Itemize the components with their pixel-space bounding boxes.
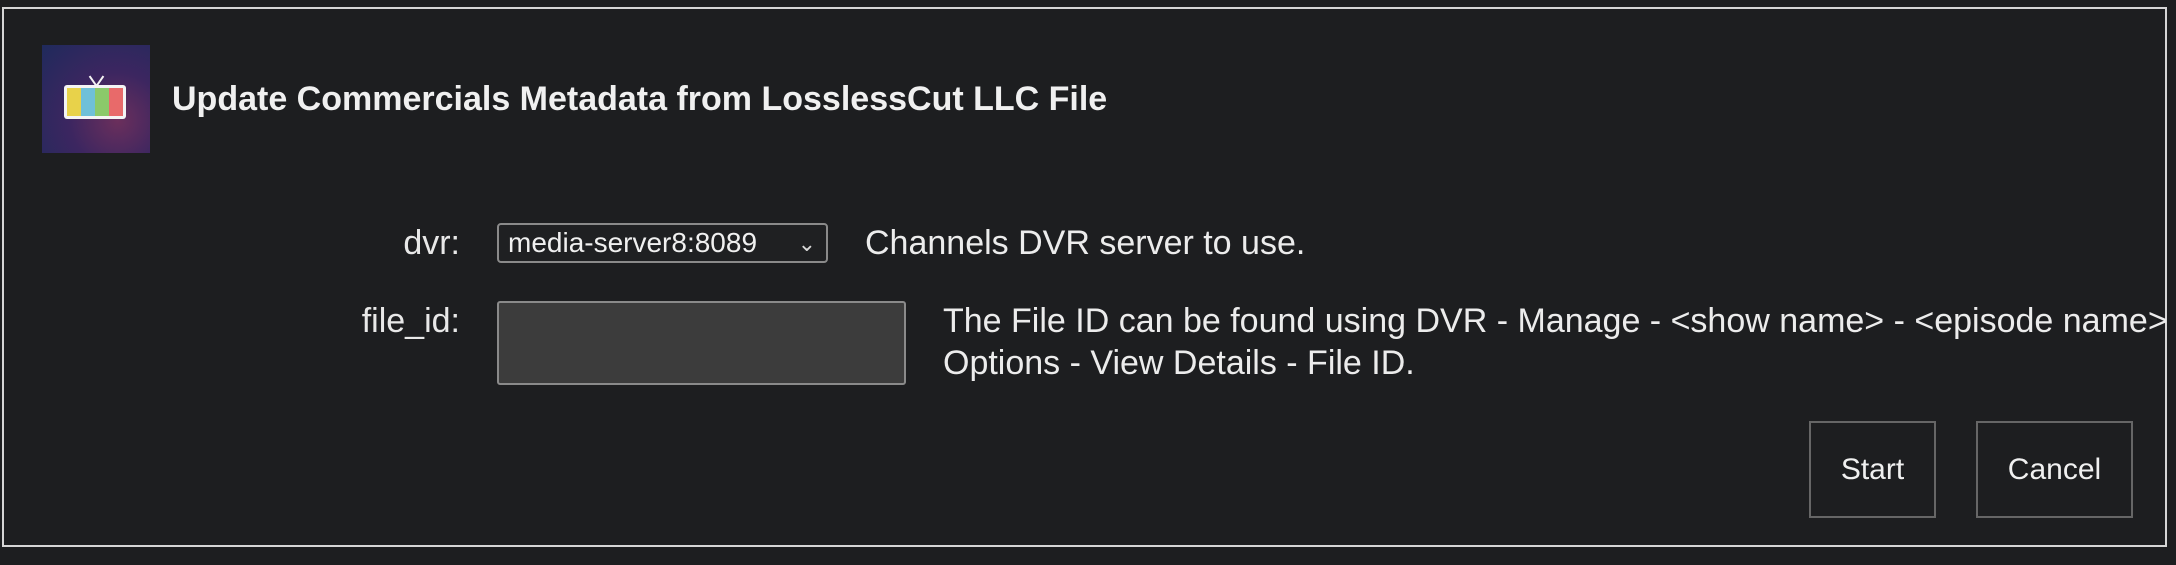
file-id-label: file_id:	[361, 302, 460, 340]
dialog-title: Update Commercials Metadata from Lossles…	[172, 79, 1108, 118]
start-button[interactable]: Start	[1809, 421, 1936, 518]
tv-icon	[42, 45, 150, 153]
dvr-select[interactable]: media-server8:8089 ⌄	[497, 223, 828, 263]
file-id-input[interactable]	[497, 301, 906, 385]
cancel-button[interactable]: Cancel	[1976, 421, 2133, 518]
file-id-help-text: The File ID can be found using DVR - Man…	[943, 302, 2176, 382]
dialog-header: Update Commercials Metadata from Lossles…	[42, 45, 1107, 153]
dialog: Update Commercials Metadata from Lossles…	[2, 7, 2176, 547]
chevron-down-icon: ⌄	[797, 231, 816, 256]
dvr-select-value: media-server8:8089	[508, 227, 758, 258]
dvr-row: dvr: media-server8:8089 ⌄ Channels DVR s…	[4, 223, 1305, 263]
file-id-row: file_id: The File ID can be found using …	[4, 301, 2176, 385]
dvr-help-text: Channels DVR server to use.	[865, 224, 1306, 262]
dvr-label: dvr:	[403, 224, 460, 262]
